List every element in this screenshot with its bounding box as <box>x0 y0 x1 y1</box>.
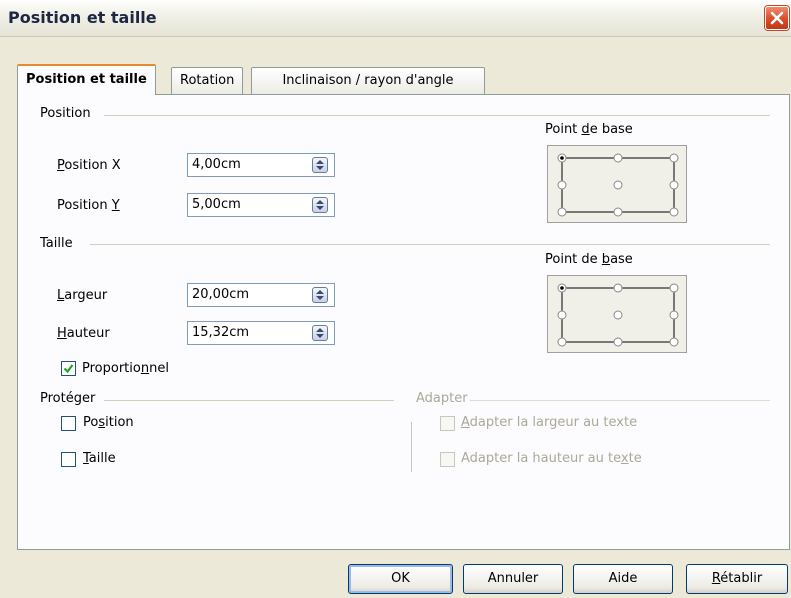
tab-slant-corner-radius[interactable]: Inclinaison / rayon d'angle <box>251 67 485 94</box>
size-base-point-label: Point de base <box>545 252 633 267</box>
width-value: 20,00cm <box>192 287 250 302</box>
size-base-point-grid[interactable] <box>547 275 687 353</box>
proportional-label: Proportionnel <box>82 361 169 376</box>
size-section-label: Taille <box>40 236 73 251</box>
position-x-value: 4,00cm <box>192 157 241 172</box>
close-button[interactable] <box>765 6 789 30</box>
adapt-height-checkbox[interactable] <box>440 452 455 467</box>
width-field[interactable]: 20,00cm <box>187 283 335 307</box>
protect-position-label: Position <box>83 415 134 430</box>
adapt-width-checkbox[interactable] <box>440 416 455 431</box>
height-field[interactable]: 15,32cm <box>187 321 335 345</box>
adapt-divider <box>470 400 770 401</box>
height-spin-button[interactable] <box>312 325 328 341</box>
protect-size-label: Taille <box>83 451 116 466</box>
position-base-point-label: Point de base <box>545 122 633 137</box>
base-point-selector-icon <box>557 283 679 347</box>
position-divider <box>104 115 770 116</box>
adapt-height-label: Adapter la hauteur au texte <box>461 451 642 466</box>
position-x-spin-button[interactable] <box>312 157 328 173</box>
help-button[interactable]: Aide <box>573 564 673 594</box>
spin-arrows-icon <box>316 160 324 170</box>
protect-position-checkbox[interactable] <box>61 416 76 431</box>
width-spin-button[interactable] <box>312 287 328 303</box>
ok-button[interactable]: OK <box>348 564 453 594</box>
adapt-width-label: Adapter la largeur au texte <box>461 415 638 430</box>
protect-size-checkbox[interactable] <box>61 452 76 467</box>
position-x-label: Position X <box>57 158 121 173</box>
position-base-point-grid[interactable] <box>547 145 687 223</box>
spin-arrows-icon <box>316 328 324 338</box>
width-label: Largeur <box>57 288 108 303</box>
title-bar: Position et taille <box>0 0 791 37</box>
spin-arrows-icon <box>316 200 324 210</box>
position-y-field[interactable]: 5,00cm <box>187 193 335 217</box>
height-value: 15,32cm <box>192 325 250 340</box>
base-point-selector-icon <box>557 153 679 217</box>
reset-button[interactable]: Rétablir <box>686 564 788 594</box>
check-icon <box>63 364 74 374</box>
size-divider <box>90 244 770 245</box>
protect-section-label: Protéger <box>40 391 96 406</box>
position-x-field[interactable]: 4,00cm <box>187 153 335 177</box>
position-section-label: Position <box>40 106 91 121</box>
adapt-vertical-divider <box>411 422 412 472</box>
position-y-spin-button[interactable] <box>312 197 328 213</box>
cancel-button[interactable]: Annuler <box>463 564 563 594</box>
tab-position-size[interactable]: Position et taille <box>17 64 156 95</box>
close-icon <box>770 11 784 25</box>
protect-divider <box>104 400 394 401</box>
height-label: Hauteur <box>57 326 110 341</box>
spin-arrows-icon <box>316 290 324 300</box>
position-y-label: Position Y <box>57 198 120 213</box>
adapt-section-label: Adapter <box>416 391 468 406</box>
position-y-value: 5,00cm <box>192 197 241 212</box>
window-title: Position et taille <box>8 8 157 27</box>
proportional-checkbox[interactable] <box>61 361 76 376</box>
tab-rotation[interactable]: Rotation <box>171 67 244 94</box>
